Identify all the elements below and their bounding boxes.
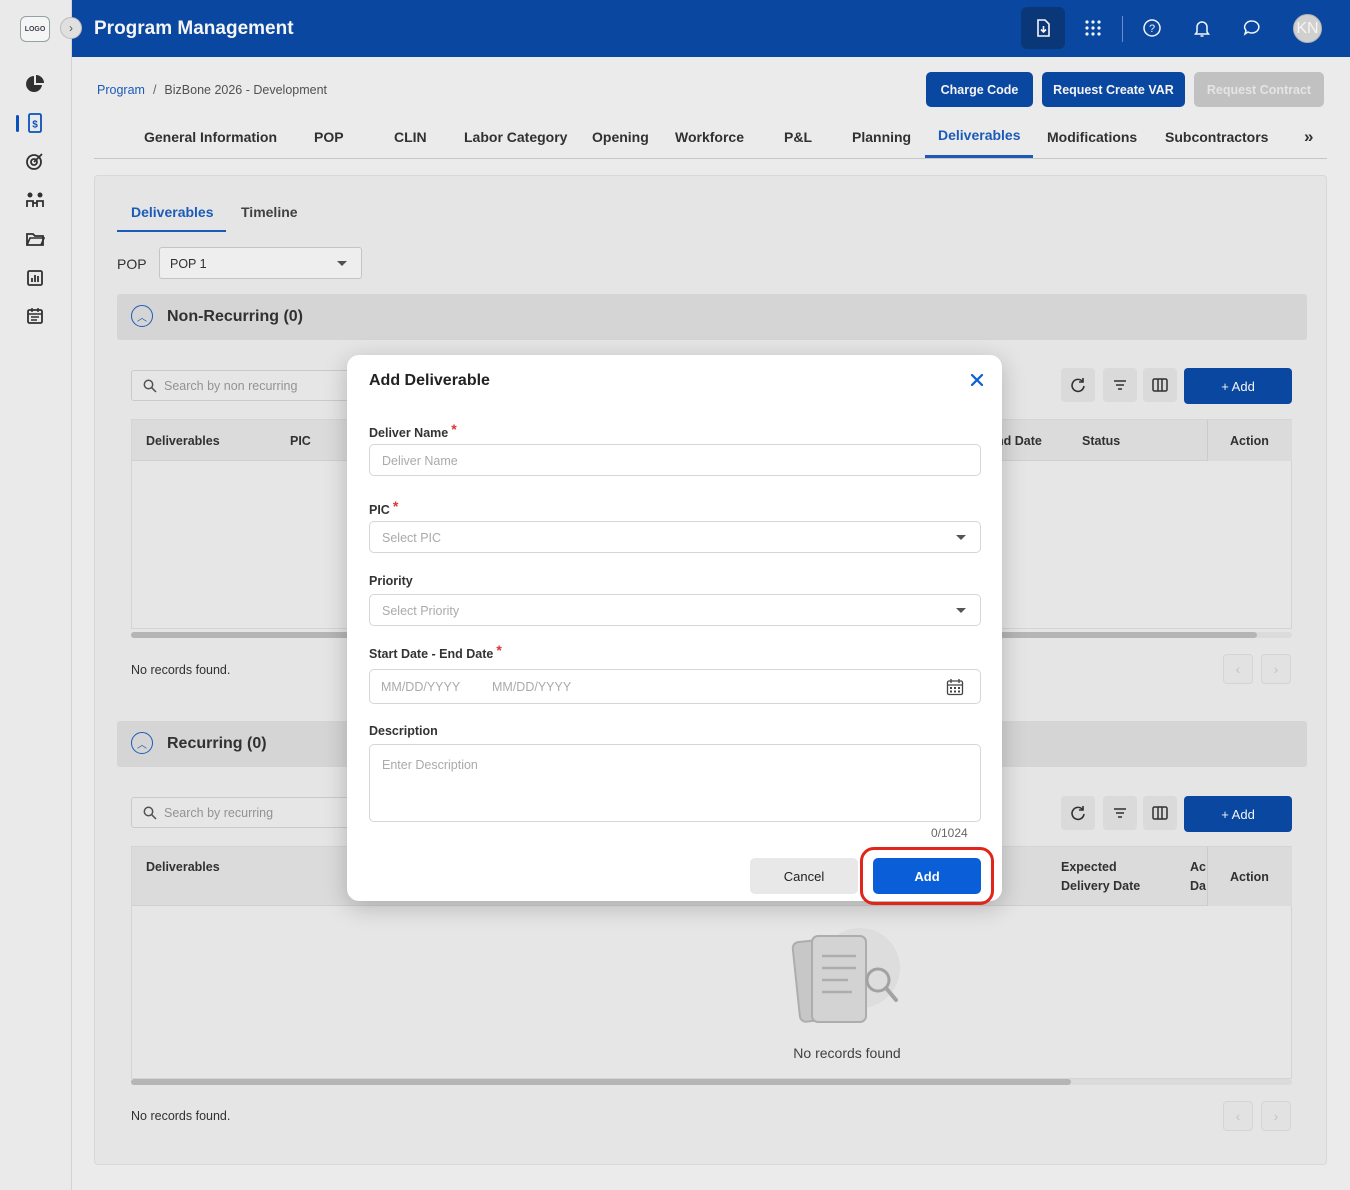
description-label: Description xyxy=(369,724,438,738)
description-placeholder: Enter Description xyxy=(382,758,478,772)
start-date-input[interactable]: MM/DD/YYYY xyxy=(381,680,460,694)
pic-placeholder: Select PIC xyxy=(382,531,442,545)
date-range-picker[interactable]: MM/DD/YYYY MM/DD/YYYY xyxy=(369,669,981,704)
character-counter: 0/1024 xyxy=(931,826,968,840)
deliver-name-label: Deliver Name * xyxy=(369,421,457,440)
add-deliverable-modal: Add Deliverable Deliver Name * Deliver Na… xyxy=(347,355,1002,901)
deliver-name-placeholder: Deliver Name xyxy=(382,454,458,468)
pic-select[interactable]: Select PIC xyxy=(369,521,981,553)
deliver-name-input[interactable]: Deliver Name xyxy=(369,444,981,476)
required-mark: * xyxy=(451,421,457,437)
chevron-down-icon xyxy=(956,535,966,540)
priority-select[interactable]: Select Priority xyxy=(369,594,981,626)
date-range-label: Start Date - End Date * xyxy=(369,642,502,661)
end-date-input[interactable]: MM/DD/YYYY xyxy=(492,680,571,694)
priority-placeholder: Select Priority xyxy=(382,604,460,618)
chevron-down-icon xyxy=(956,608,966,613)
pic-label: PIC * xyxy=(369,498,399,517)
add-button-highlight xyxy=(860,847,994,905)
calendar-icon[interactable] xyxy=(946,678,964,696)
cancel-button[interactable]: Cancel xyxy=(750,858,858,894)
required-mark: * xyxy=(496,642,502,658)
sidebar-expand-button[interactable]: › xyxy=(60,17,82,39)
close-icon xyxy=(970,373,984,387)
chevron-right-icon: › xyxy=(69,21,73,35)
modal-title: Add Deliverable xyxy=(369,372,490,389)
required-mark: * xyxy=(392,498,399,514)
priority-label: Priority xyxy=(369,574,413,588)
close-button[interactable] xyxy=(967,370,987,390)
description-textarea[interactable]: Enter Description xyxy=(369,744,981,822)
